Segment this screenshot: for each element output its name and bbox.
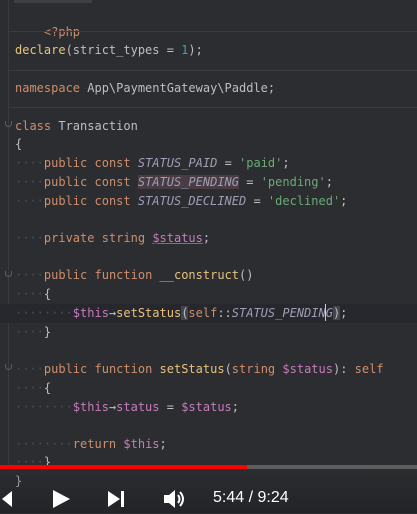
code-line-call-setstatus[interactable]: ········$this→setStatus(self::STATUS_PEN…	[15, 304, 347, 323]
separator-line	[9, 31, 417, 32]
current-time: 5:44	[213, 489, 245, 506]
skip-next-icon[interactable]	[106, 489, 126, 513]
code-line-class[interactable]: class Transaction	[15, 117, 138, 136]
code-line-class-close: }	[15, 474, 23, 488]
code-line-return[interactable]: ········return $this;	[15, 435, 167, 454]
text-caret	[325, 304, 326, 321]
code-line-declare[interactable]: declare(strict_types = 1);	[15, 41, 203, 60]
code-line-brace[interactable]: ····{	[15, 285, 51, 304]
volume-icon[interactable]	[162, 488, 188, 514]
fold-icon[interactable]	[3, 121, 12, 130]
code-line-php-open[interactable]: <?php	[15, 4, 80, 39]
time-separator: /	[244, 489, 258, 506]
code-line-brace[interactable]: {	[15, 135, 22, 154]
total-time: 9:24	[257, 489, 289, 506]
code-line-const-paid[interactable]: ····public const STATUS_PAID = 'paid';	[15, 154, 290, 173]
progress-bar-played[interactable]	[0, 465, 247, 469]
code-line-setstatus-def[interactable]: ····public function setStatus(string $st…	[15, 360, 384, 379]
code-editor[interactable]: <?php declare(strict_types = 1); namespa…	[0, 0, 417, 468]
code-line-private-status[interactable]: ····private string $status;	[15, 229, 210, 248]
skip-back-icon[interactable]	[0, 489, 14, 513]
play-icon[interactable]	[51, 488, 71, 514]
separator-line	[9, 107, 417, 108]
separator-line	[9, 70, 417, 71]
fold-icon[interactable]	[3, 271, 12, 280]
fold-icon[interactable]	[3, 364, 12, 373]
code-line-namespace[interactable]: namespace App\PaymentGateway\Paddle;	[15, 79, 275, 98]
code-line-assign[interactable]: ········$this→status = $status;	[15, 398, 239, 417]
editor-tab-edge	[14, 0, 92, 3]
code-line-brace[interactable]: ····{	[15, 379, 51, 398]
code-line-const-declined[interactable]: ····public const STATUS_DECLINED = 'decl…	[15, 192, 347, 211]
code-line-const-pending[interactable]: ····public const STATUS_PENDING = 'pendi…	[15, 173, 333, 192]
code-line-construct[interactable]: ····public function __construct()	[15, 266, 253, 285]
code-line-brace-close[interactable]: ····}	[15, 323, 51, 342]
time-display: 5:44 / 9:24	[213, 488, 289, 508]
